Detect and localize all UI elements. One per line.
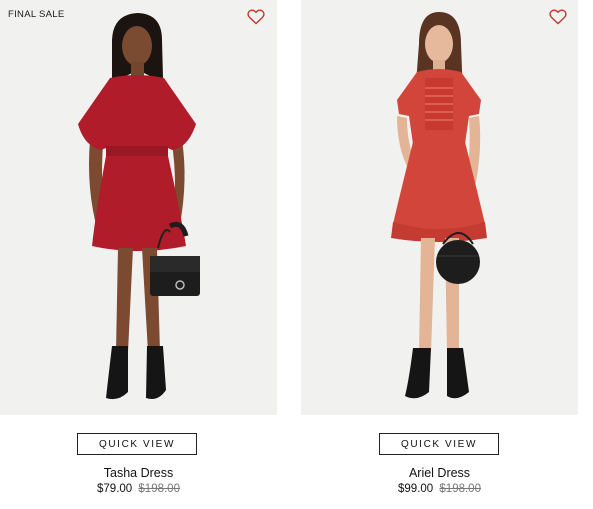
product-name[interactable]: Tasha Dress [0,466,277,480]
original-price: $198.00 [138,483,180,495]
product-card-ariel: QUICK VIEW Ariel Dress $99.00 $198.00 [301,0,578,509]
product-image-ariel-dress[interactable] [301,0,578,415]
heart-outline-icon[interactable] [247,9,265,25]
original-price: $198.00 [439,483,481,495]
final-sale-badge: FINAL SALE [8,9,65,20]
product-prices: $99.00 $198.00 [301,483,578,495]
model-tasha-illustration [78,13,200,400]
quick-view-button[interactable]: QUICK VIEW [77,433,197,455]
quick-view-button[interactable]: QUICK VIEW [379,433,499,455]
sale-price: $99.00 [398,483,434,495]
model-ariel-illustration [391,12,487,399]
product-image-tasha-dress[interactable]: FINAL SALE [0,0,277,415]
heart-outline-icon[interactable] [549,9,567,25]
product-card-tasha: FINAL SALE QUICK VIEW Tasha Dress $79.00… [0,0,277,509]
product-name[interactable]: Ariel Dress [301,466,578,480]
product-prices: $79.00 $198.00 [0,483,277,495]
sale-price: $79.00 [97,483,133,495]
